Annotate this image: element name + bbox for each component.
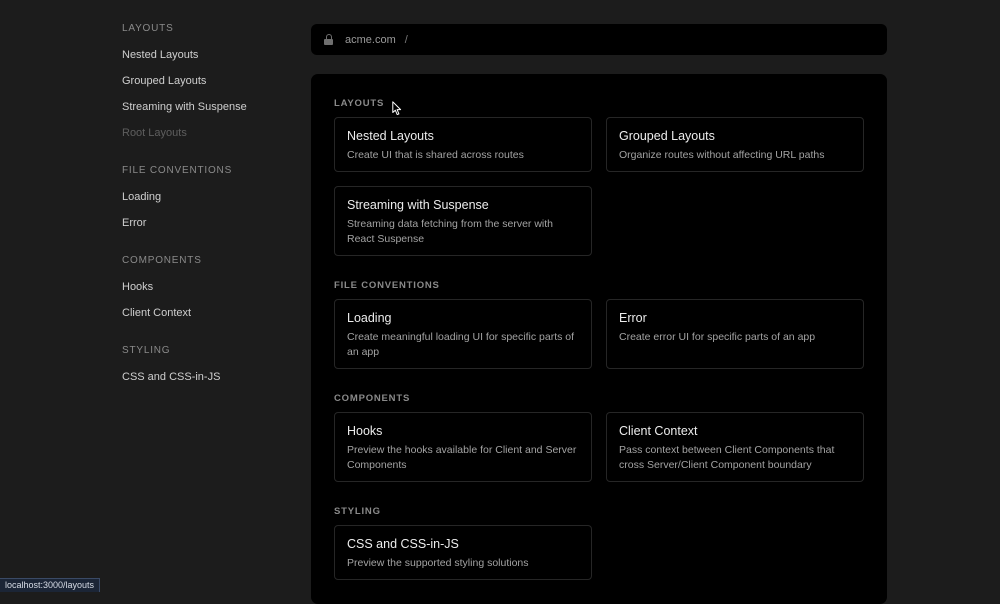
- sidebar-item-root-layouts: Root Layouts: [122, 120, 292, 146]
- section-heading-styling: STYLING: [334, 506, 381, 517]
- card-description: Create UI that is shared across routes: [347, 148, 579, 163]
- card-nested-layouts[interactable]: Nested Layouts Create UI that is shared …: [334, 117, 592, 172]
- sidebar-item-loading[interactable]: Loading: [122, 184, 292, 210]
- card-description: Pass context between Client Components t…: [619, 443, 851, 473]
- sidebar-item-nested-layouts[interactable]: Nested Layouts: [122, 42, 292, 68]
- sidebar: LAYOUTS Nested Layouts Grouped Layouts S…: [122, 22, 292, 409]
- address-separator: /: [405, 34, 408, 46]
- sidebar-section-components: COMPONENTS Hooks Client Context: [122, 255, 292, 326]
- section-heading-file-conventions: FILE CONVENTIONS: [334, 280, 440, 291]
- lock-icon: [324, 34, 333, 45]
- sidebar-heading-file-conventions: FILE CONVENTIONS: [122, 165, 292, 177]
- sidebar-section-layouts: LAYOUTS Nested Layouts Grouped Layouts S…: [122, 23, 292, 146]
- card-description: Preview the hooks available for Client a…: [347, 443, 579, 473]
- card-description: Preview the supported styling solutions: [347, 556, 579, 571]
- sidebar-section-styling: STYLING CSS and CSS-in-JS: [122, 345, 292, 390]
- card-grouped-layouts[interactable]: Grouped Layouts Organize routes without …: [606, 117, 864, 172]
- sidebar-item-client-context[interactable]: Client Context: [122, 300, 292, 326]
- sidebar-heading-components: COMPONENTS: [122, 255, 292, 267]
- card-streaming-with-suspense[interactable]: Streaming with Suspense Streaming data f…: [334, 186, 592, 256]
- sidebar-item-streaming-with-suspense[interactable]: Streaming with Suspense: [122, 94, 292, 120]
- main-panel: LAYOUTS Nested Layouts Create UI that is…: [311, 74, 887, 604]
- card-title: Client Context: [619, 424, 851, 439]
- card-description: Streaming data fetching from the server …: [347, 217, 579, 247]
- section-heading-components: COMPONENTS: [334, 393, 410, 404]
- card-title: Hooks: [347, 424, 579, 439]
- card-title: Nested Layouts: [347, 129, 579, 144]
- card-description: Organize routes without affecting URL pa…: [619, 148, 851, 163]
- sidebar-item-error[interactable]: Error: [122, 210, 292, 236]
- card-description: Create error UI for specific parts of an…: [619, 330, 851, 345]
- address-bar[interactable]: acme.com /: [311, 24, 887, 55]
- sidebar-heading-styling: STYLING: [122, 345, 292, 357]
- card-hooks[interactable]: Hooks Preview the hooks available for Cl…: [334, 412, 592, 482]
- sidebar-item-hooks[interactable]: Hooks: [122, 274, 292, 300]
- sidebar-heading-layouts: LAYOUTS: [122, 23, 292, 35]
- mouse-cursor-icon: [392, 101, 402, 116]
- card-error[interactable]: Error Create error UI for specific parts…: [606, 299, 864, 369]
- card-title: CSS and CSS-in-JS: [347, 537, 579, 552]
- status-url: localhost:3000/layouts: [0, 578, 100, 592]
- sidebar-section-file-conventions: FILE CONVENTIONS Loading Error: [122, 165, 292, 236]
- card-css-and-css-in-js[interactable]: CSS and CSS-in-JS Preview the supported …: [334, 525, 592, 580]
- card-title: Error: [619, 311, 851, 326]
- card-title: Streaming with Suspense: [347, 198, 579, 213]
- address-domain: acme.com: [345, 34, 396, 46]
- card-client-context[interactable]: Client Context Pass context between Clie…: [606, 412, 864, 482]
- card-title: Grouped Layouts: [619, 129, 851, 144]
- card-title: Loading: [347, 311, 579, 326]
- section-heading-layouts: LAYOUTS: [334, 98, 384, 109]
- sidebar-item-css-and-css-in-js[interactable]: CSS and CSS-in-JS: [122, 364, 292, 390]
- card-loading[interactable]: Loading Create meaningful loading UI for…: [334, 299, 592, 369]
- sidebar-item-grouped-layouts[interactable]: Grouped Layouts: [122, 68, 292, 94]
- card-description: Create meaningful loading UI for specifi…: [347, 330, 579, 360]
